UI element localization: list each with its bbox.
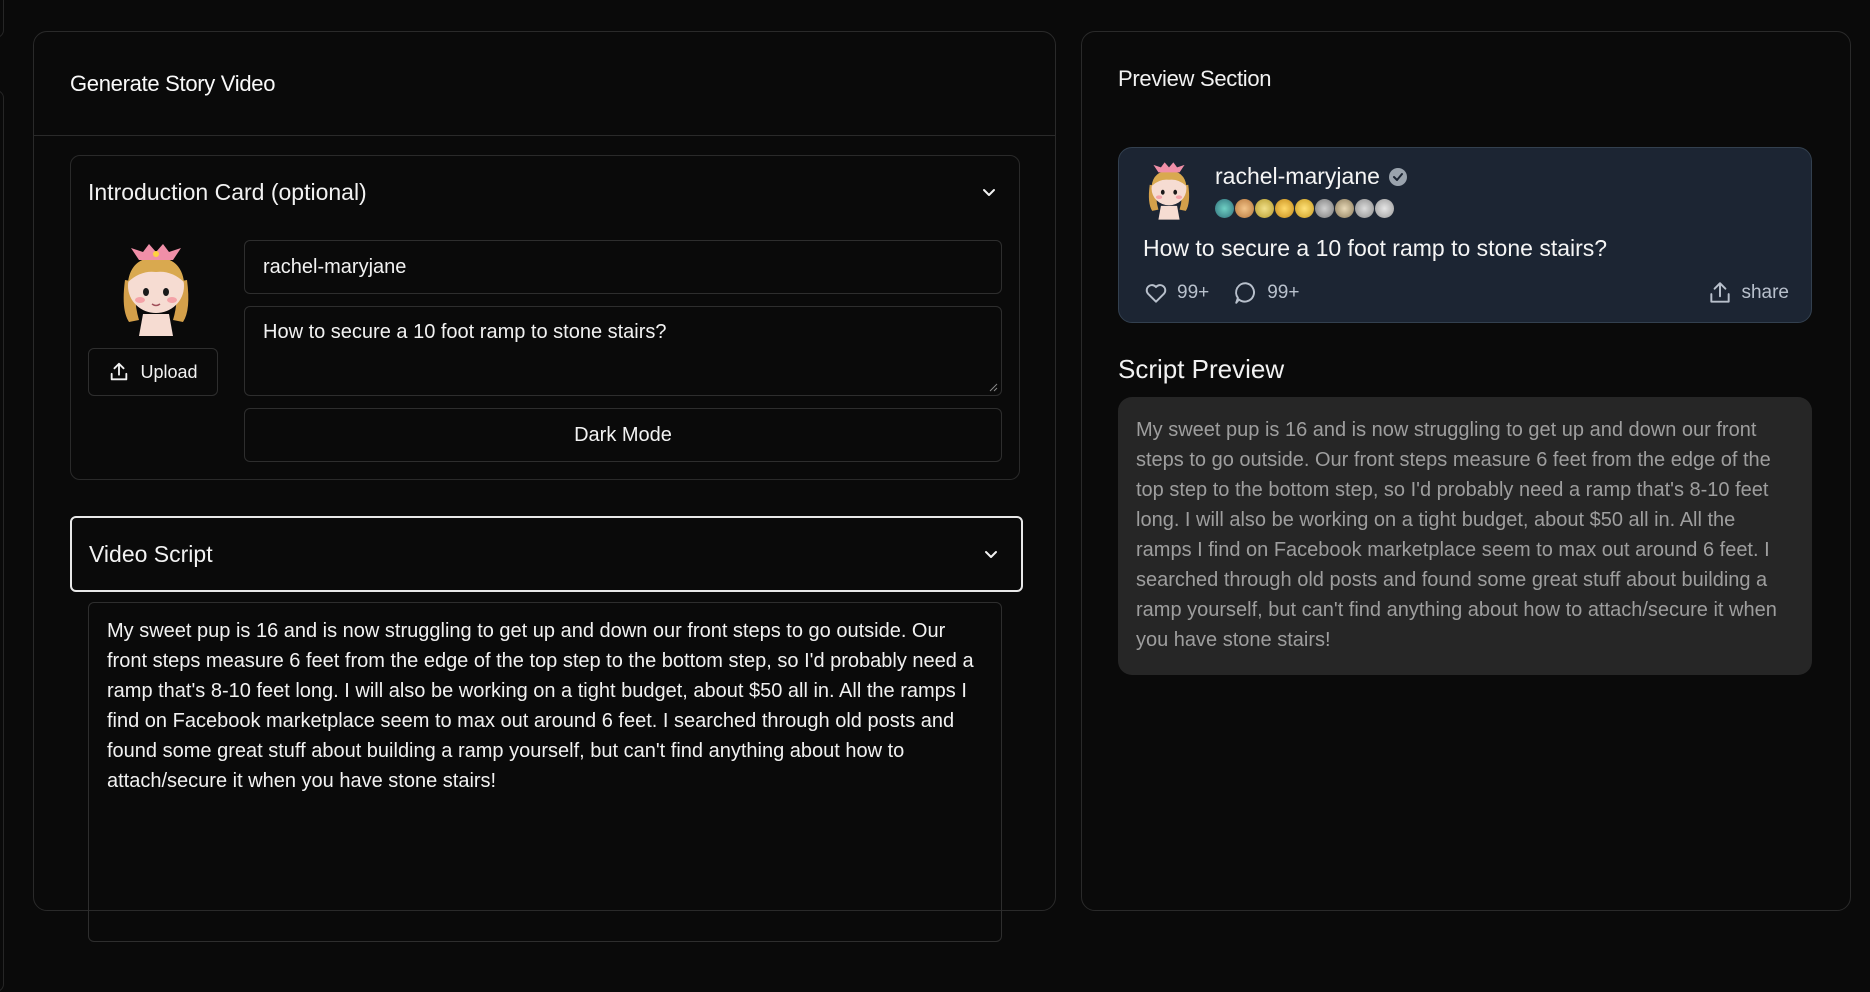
share-label: share — [1741, 282, 1789, 303]
introduction-card-toggle[interactable]: Introduction Card (optional) — [71, 156, 1019, 228]
upload-icon — [111, 362, 128, 381]
award-icon — [1275, 199, 1294, 218]
like-count: 99+ — [1177, 282, 1210, 303]
sidebar-edge-lower — [0, 90, 4, 992]
post-username-row: rachel-maryjane — [1215, 163, 1408, 190]
share-icon — [1710, 282, 1731, 303]
award-badges — [1215, 199, 1394, 218]
generator-panel: Generate Story Video Introduction Card (… — [33, 31, 1056, 942]
chevron-down-icon — [983, 189, 995, 196]
award-icon — [1215, 199, 1234, 218]
award-icon — [1355, 199, 1374, 218]
post-title: How to secure a 10 foot ramp to stone st… — [1143, 235, 1608, 261]
post-title-textarea[interactable]: How to secure a 10 foot ramp to stone st… — [244, 306, 1002, 396]
post-actions: 99+ 99+ share — [1143, 280, 1789, 306]
video-script-textarea[interactable]: My sweet pup is 16 and is now struggling… — [88, 602, 1002, 942]
video-script-toggle[interactable]: Video Script — [70, 516, 1023, 592]
username-input[interactable]: rachel-maryjane — [244, 240, 1002, 294]
award-icon — [1235, 199, 1254, 218]
resize-handle-icon[interactable] — [988, 382, 998, 392]
preview-panel: Preview Section rachel-maryjane How to s… — [1081, 31, 1851, 911]
avatar-image — [1148, 162, 1190, 220]
award-icon — [1255, 199, 1274, 218]
like-button[interactable]: 99+ — [1143, 280, 1209, 306]
generator-header: Generate Story Video — [34, 32, 1055, 136]
sidebar-edge — [0, 0, 4, 38]
verified-badge-icon — [1388, 167, 1407, 186]
upload-label: Upload — [140, 361, 198, 382]
post-username: rachel-maryjane — [1215, 163, 1380, 189]
upload-button[interactable]: Upload — [88, 348, 218, 396]
comment-button[interactable]: 99+ — [1233, 280, 1299, 306]
post-preview-card: rachel-maryjane How to secure a 10 foot … — [1118, 147, 1812, 323]
post-title-value: How to secure a 10 foot ramp to stone st… — [263, 321, 667, 343]
script-preview-title: Script Preview — [1118, 354, 1285, 384]
comment-count: 99+ — [1267, 282, 1300, 303]
award-icon — [1335, 199, 1354, 218]
introduction-card: Introduction Card (optional) Upload rach… — [70, 155, 1020, 480]
post-avatar — [1141, 159, 1197, 223]
award-icon — [1315, 199, 1334, 218]
heart-icon — [1145, 284, 1167, 303]
comment-icon — [1235, 282, 1256, 304]
preview-title: Preview Section — [1118, 66, 1272, 91]
avatar-image — [123, 244, 189, 336]
introduction-card-title: Introduction Card (optional) — [88, 178, 367, 205]
award-icon — [1375, 199, 1394, 218]
video-script-title: Video Script — [89, 540, 213, 567]
script-preview-text: My sweet pup is 16 and is now struggling… — [1118, 397, 1812, 675]
avatar[interactable] — [111, 240, 201, 340]
dark-mode-button[interactable]: Dark Mode — [244, 408, 1002, 462]
award-icon — [1295, 199, 1314, 218]
share-button[interactable]: share — [1707, 280, 1789, 306]
chevron-down-icon — [985, 551, 997, 558]
generator-title: Generate Story Video — [70, 70, 276, 96]
